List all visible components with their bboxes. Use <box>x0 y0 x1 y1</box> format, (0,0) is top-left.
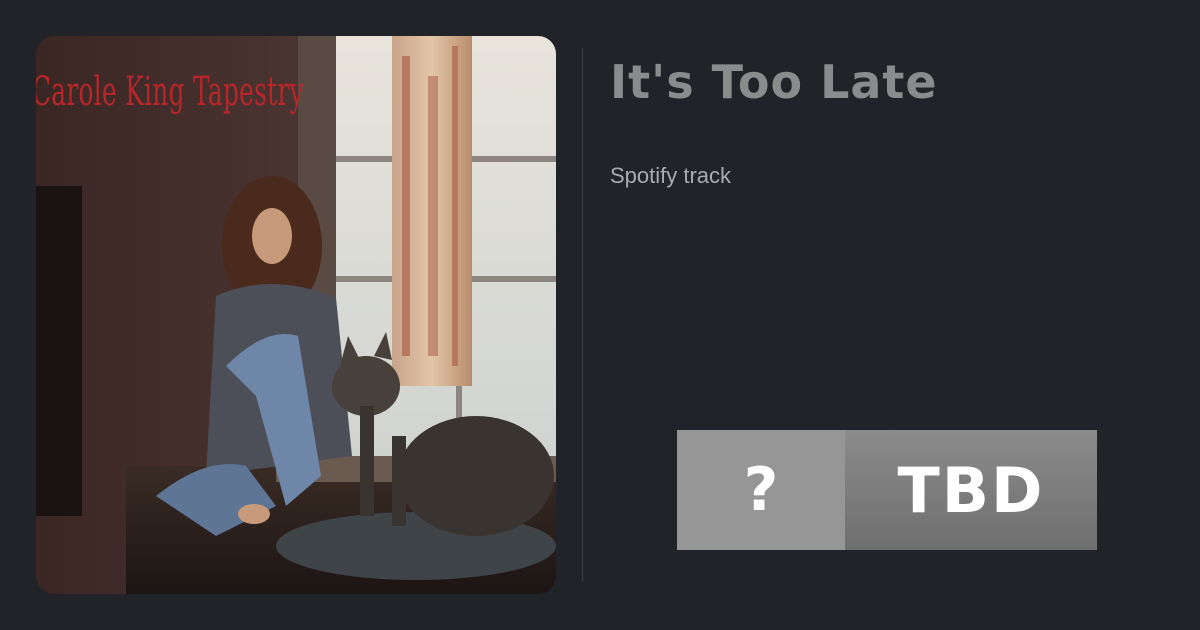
album-cover-text: Carole King Tapestry <box>36 69 304 115</box>
vertical-divider <box>582 48 583 582</box>
track-subtitle: Spotify track <box>610 163 732 188</box>
question-mark-icon: ? <box>677 430 845 550</box>
track-title[interactable]: It's Too Late <box>610 52 938 112</box>
album-cover-art <box>36 36 556 594</box>
track-embed-card: Carole King Tapestry It's Too Late Spoti… <box>0 0 1200 630</box>
album-cover[interactable]: Carole King Tapestry <box>36 36 556 594</box>
tbd-label: TBD <box>845 430 1097 550</box>
tbd-badge: ? TBD <box>677 430 1097 550</box>
